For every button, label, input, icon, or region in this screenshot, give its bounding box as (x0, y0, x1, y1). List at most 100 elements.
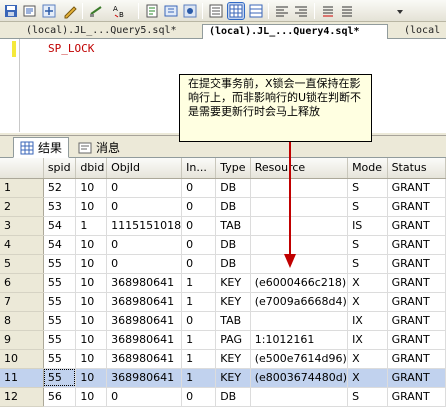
grid-cell[interactable]: 10 (75, 292, 108, 312)
grid-cell[interactable] (250, 178, 349, 198)
tab-query5[interactable]: (local).JL_...Query5.sql* (20, 24, 188, 39)
grid-cell[interactable]: KEY (215, 368, 251, 388)
grid-cell[interactable]: 10 (75, 349, 108, 369)
grid-cell[interactable]: S (347, 197, 388, 217)
column-header[interactable]: In... (181, 158, 217, 179)
tab-local[interactable]: (local (398, 24, 446, 39)
grid-cell[interactable]: GRANT (387, 254, 446, 274)
results-to-grid-icon[interactable]: AB (112, 3, 128, 19)
grid-cell[interactable]: KEY (215, 273, 251, 293)
tab-results[interactable]: 结果 (13, 137, 69, 158)
grid-cell[interactable]: 10 (75, 311, 108, 331)
code-text[interactable]: SP_LOCK (48, 42, 94, 55)
row-number[interactable]: 11 (0, 368, 44, 388)
row-number[interactable]: 8 (0, 311, 44, 331)
grid-cell[interactable]: 368980641 (106, 311, 183, 331)
grid-cell[interactable]: GRANT (387, 197, 446, 217)
grid-cell[interactable] (250, 197, 349, 217)
grid-cell[interactable]: 368980641 (106, 368, 183, 388)
grid-cell[interactable]: 10 (75, 178, 108, 198)
uncomment-lines-icon[interactable] (339, 3, 355, 19)
grid-cell[interactable]: (e500e7614d96) (250, 349, 349, 369)
grid-cell[interactable]: 0 (181, 216, 217, 236)
grid-cell[interactable]: 55 (43, 292, 77, 312)
grid-cell[interactable]: (e8003674480d) (250, 368, 349, 388)
grid-cell[interactable]: 0 (106, 254, 183, 274)
table-row[interactable]: 6 55 10 368980641 1 KEY (e6000466c218) X GRANT (0, 273, 446, 293)
grid-cell[interactable]: GRANT (387, 368, 446, 388)
spellcheck-icon[interactable] (88, 3, 104, 19)
grid-cell[interactable]: GRANT (387, 387, 446, 407)
grid-cell[interactable]: S (347, 387, 388, 407)
table-row[interactable]: 5 55 10 0 0 DB S GRANT (0, 254, 446, 274)
grid-cell[interactable]: DB (215, 254, 251, 274)
results-grid[interactable]: spid dbid ObjId In... Type Resource Mode… (0, 158, 446, 408)
grid-cell[interactable] (250, 216, 349, 236)
row-number[interactable]: 6 (0, 273, 44, 293)
grid-cell[interactable]: S (347, 254, 388, 274)
align-left-icon[interactable] (274, 3, 290, 19)
row-number[interactable]: 3 (0, 216, 44, 236)
grid-cell[interactable]: 1 (181, 273, 217, 293)
table-row[interactable]: 7 55 10 368980641 1 KEY (e7009a6668d4) X GRANT (0, 292, 446, 312)
grid-cell[interactable]: GRANT (387, 311, 446, 331)
grid-cell[interactable]: KEY (215, 292, 251, 312)
row-number[interactable]: 4 (0, 235, 44, 255)
row-number[interactable]: 7 (0, 292, 44, 312)
grid-cell[interactable]: 0 (181, 254, 217, 274)
grid-cell[interactable]: 54 (43, 235, 77, 255)
results-to-text-icon[interactable] (144, 3, 160, 19)
grid-cell[interactable]: 55 (43, 311, 77, 331)
grid-cell[interactable]: DB (215, 178, 251, 198)
grid-view-icon[interactable] (248, 3, 264, 19)
undo-icon[interactable] (22, 3, 38, 19)
grid-cell[interactable]: GRANT (387, 273, 446, 293)
align-right-icon[interactable] (293, 3, 309, 19)
grid-cell[interactable]: 55 (43, 368, 77, 388)
grid-cell[interactable] (250, 387, 349, 407)
grid-cell[interactable]: 0 (181, 387, 217, 407)
grid-cell[interactable]: X (347, 368, 388, 388)
grid-cell[interactable]: 10 (75, 197, 108, 217)
grid-cell[interactable]: DB (215, 387, 251, 407)
grid-cell[interactable]: 0 (106, 178, 183, 198)
grid-cell[interactable]: PAG (215, 330, 251, 350)
grid-cell[interactable] (250, 235, 349, 255)
grid-cell[interactable]: 0 (181, 178, 217, 198)
table-row[interactable]: 10 55 10 368980641 1 KEY (e500e7614d96) X GRANT (0, 349, 446, 369)
grid-cell[interactable]: S (347, 178, 388, 198)
table-row[interactable]: 4 54 10 0 0 DB S GRANT (0, 235, 446, 255)
comment-icon[interactable] (62, 3, 78, 19)
grid-cell[interactable]: 1 (181, 368, 217, 388)
grid-cell[interactable]: 0 (106, 235, 183, 255)
grid-cell[interactable]: X (347, 349, 388, 369)
grid-cell[interactable]: 10 (75, 273, 108, 293)
grid-cell[interactable]: 54 (43, 216, 77, 236)
grid-cell[interactable]: GRANT (387, 178, 446, 198)
grid-cell[interactable]: 0 (106, 387, 183, 407)
table-row[interactable]: 1 52 10 0 0 DB S GRANT (0, 178, 446, 198)
grid-cell[interactable]: GRANT (387, 292, 446, 312)
grid-cell[interactable]: 55 (43, 273, 77, 293)
grid-cell[interactable]: 53 (43, 197, 77, 217)
grid-cell[interactable]: 1 (181, 330, 217, 350)
grid-cell[interactable]: 1 (181, 292, 217, 312)
grid-cell[interactable]: IS (347, 216, 388, 236)
grid-cell[interactable]: 10 (75, 368, 108, 388)
column-header[interactable]: ObjId (106, 158, 183, 179)
grid-cell[interactable]: IX (347, 330, 388, 350)
grid-cell[interactable]: 368980641 (106, 292, 183, 312)
grid-cell[interactable]: 10 (75, 330, 108, 350)
grid-cell[interactable]: X (347, 292, 388, 312)
grid-cell[interactable]: 1115151018 (106, 216, 183, 236)
grid-cell[interactable]: 1:1012161 (250, 330, 349, 350)
grid-cell[interactable]: 10 (75, 235, 108, 255)
table-row[interactable]: 2 53 10 0 0 DB S GRANT (0, 197, 446, 217)
column-header[interactable]: Resource (250, 158, 349, 179)
column-header[interactable]: Status (387, 158, 446, 179)
grid-cell[interactable]: 1 (181, 349, 217, 369)
grid-cell[interactable]: GRANT (387, 216, 446, 236)
comment-lines-icon[interactable] (320, 3, 336, 19)
find-icon[interactable] (41, 3, 57, 19)
grid-cell[interactable]: KEY (215, 349, 251, 369)
